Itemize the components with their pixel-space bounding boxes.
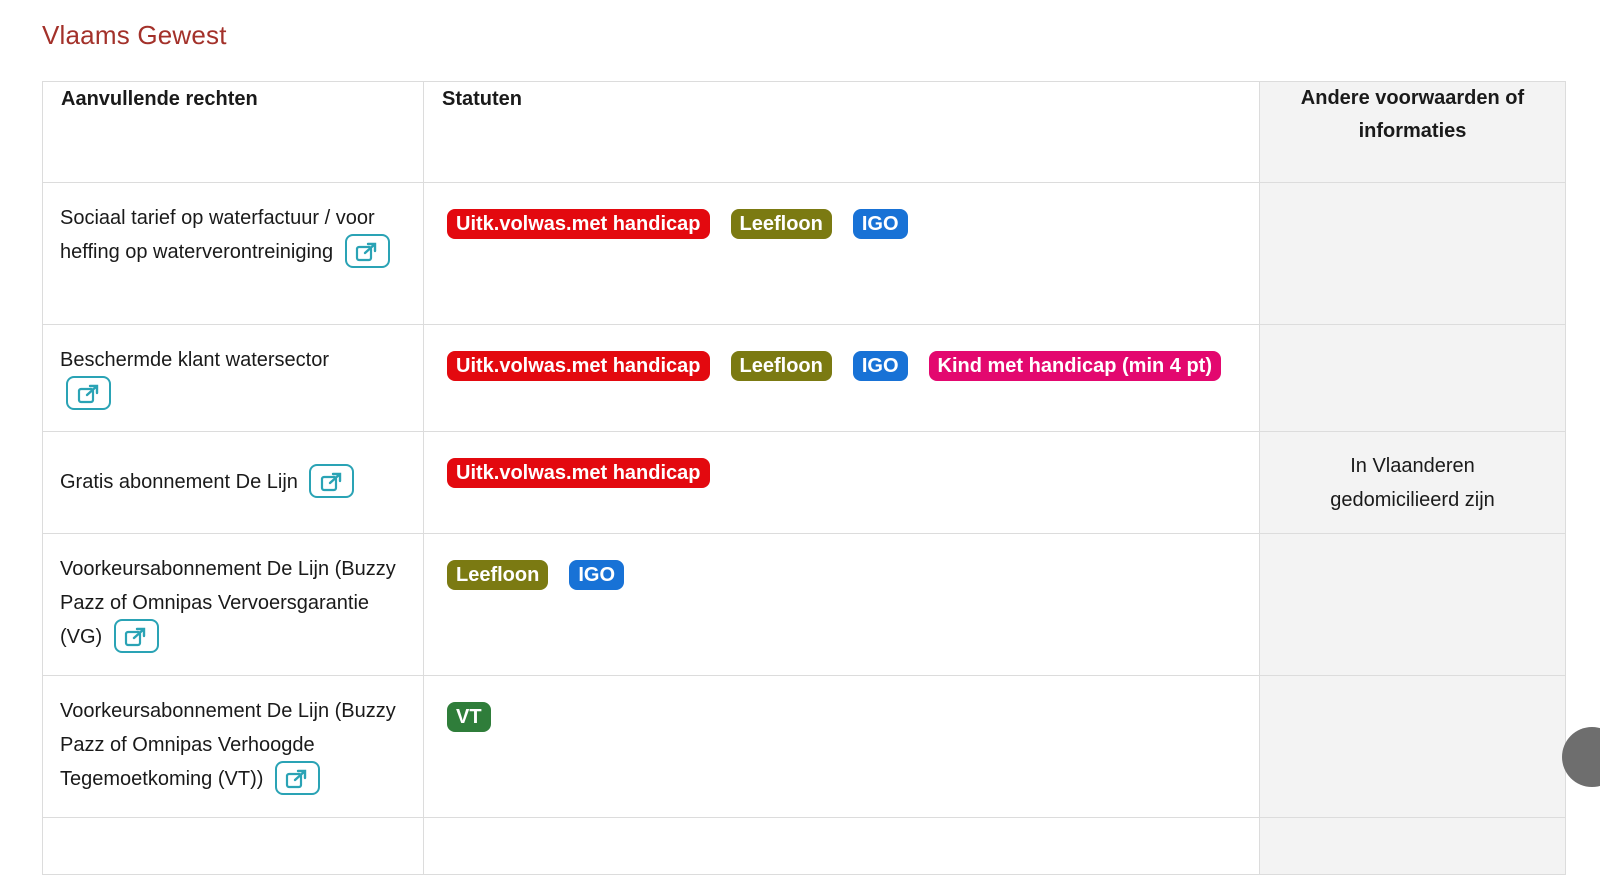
external-link-icon	[356, 242, 377, 261]
statute-badge: IGO	[852, 351, 908, 381]
right-cell: Gratis abonnement De Lijn	[42, 431, 424, 534]
statute-badge: Uitk.volwas.met handicap	[447, 458, 710, 488]
statutes-cell: Uitk.volwas.met handicap	[423, 431, 1260, 534]
statute-badge: Uitk.volwas.met handicap	[447, 351, 710, 381]
right-name: Beschermde klant watersector	[60, 349, 330, 371]
table-row: Sociaal tarief op waterfactuur / voor he…	[42, 182, 1566, 325]
right-cell: Voorkeursabonnement De Lijn (Buzzy Pazz …	[42, 675, 424, 818]
other-conditions-cell: In Vlaanderen gedomicilieerd zijn	[1259, 431, 1566, 534]
header-statutes: Statuten	[423, 81, 1260, 183]
table-row: Gratis abonnement De Lijn Uitk.volwas.me…	[42, 431, 1566, 534]
right-name: Sociaal tarief op waterfactuur / voor he…	[60, 207, 375, 263]
external-link-icon	[125, 627, 146, 646]
other-conditions-cell	[1259, 533, 1566, 676]
scroll-to-top-button[interactable]	[1562, 727, 1600, 787]
other-conditions-cell	[1259, 675, 1566, 818]
external-link-button[interactable]	[274, 760, 320, 795]
right-cell: Beschermde klant watersector	[42, 324, 424, 432]
statute-badge: Kind met handicap (min 4 pt)	[928, 351, 1221, 381]
rights-table: Aanvullende rechten Statuten Andere voor…	[42, 81, 1566, 875]
statute-badge: IGO	[569, 560, 625, 590]
external-link-icon	[286, 769, 307, 788]
statute-badge: Leefloon	[730, 351, 832, 381]
external-link-button[interactable]	[309, 463, 355, 498]
external-link-button[interactable]	[66, 375, 111, 410]
external-link-icon	[77, 384, 98, 403]
statute-badge: IGO	[852, 209, 908, 239]
statutes-cell: Leefloon IGO	[423, 533, 1260, 676]
other-conditions-cell	[1259, 817, 1566, 875]
statutes-cell: Uitk.volwas.met handicap Leefloon IGO	[423, 182, 1260, 325]
external-link-icon	[320, 472, 342, 491]
table-row: Voorkeursabonnement De Lijn (Buzzy Pazz …	[42, 533, 1566, 676]
header-other-conditions: Andere voorwaarden of informaties	[1259, 81, 1566, 183]
statutes-cell: Uitk.volwas.met handicap Leefloon IGO Kind …	[423, 324, 1260, 432]
right-cell	[42, 817, 424, 875]
statutes-cell	[423, 817, 1260, 875]
statutes-cell: VT	[423, 675, 1260, 818]
other-conditions-cell	[1259, 182, 1566, 325]
region-title: Vlaams Gewest	[42, 20, 227, 50]
statute-badge: Uitk.volwas.met handicap	[447, 209, 710, 239]
right-name: Voorkeursabonnement De Lijn (Buzzy Pazz …	[60, 700, 396, 790]
right-name: Gratis abonnement De Lijn	[60, 471, 298, 494]
table-row: Voorkeursabonnement De Lijn (Buzzy Pazz …	[42, 675, 1566, 818]
external-link-button[interactable]	[113, 618, 159, 653]
statute-badge: VT	[447, 702, 491, 732]
statute-badge: Leefloon	[730, 209, 832, 239]
header-rights: Aanvullende rechten	[42, 81, 424, 183]
table-row	[42, 817, 1566, 875]
table-header-row: Aanvullende rechten Statuten Andere voor…	[42, 81, 1566, 183]
right-cell: Sociaal tarief op waterfactuur / voor he…	[42, 182, 424, 325]
other-conditions-cell	[1259, 324, 1566, 432]
external-link-button[interactable]	[344, 233, 390, 268]
table-row: Beschermde klant watersector Uitk.volwas…	[42, 324, 1566, 432]
statute-badge: Leefloon	[447, 560, 549, 590]
right-cell: Voorkeursabonnement De Lijn (Buzzy Pazz …	[42, 533, 424, 676]
right-name: Voorkeursabonnement De Lijn (Buzzy Pazz …	[60, 558, 396, 648]
